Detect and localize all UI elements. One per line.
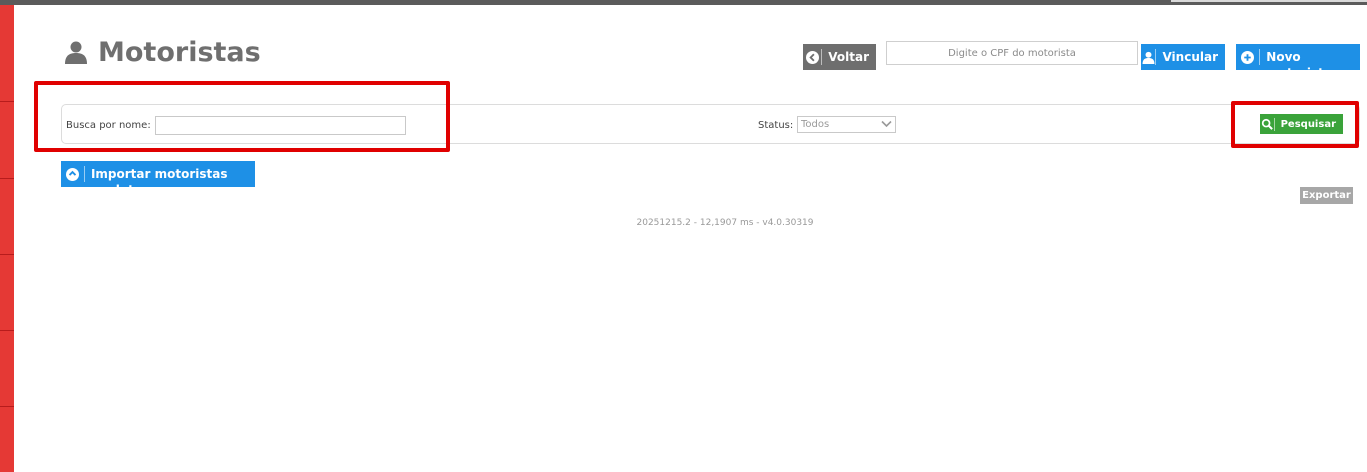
new-driver-button[interactable]: Novo motorista (1236, 44, 1360, 80)
back-arrow-icon (803, 44, 821, 70)
export-button[interactable]: Exportar (1300, 187, 1353, 204)
sidebar-separator (0, 101, 14, 102)
highlight-name-search (34, 81, 450, 152)
version-info: 20251215.2 - 12,1907 ms - v4.0.30319 (636, 218, 814, 228)
sidebar[interactable] (0, 5, 14, 472)
user-icon (1141, 44, 1155, 70)
back-button-label: Voltar (821, 49, 876, 65)
user-icon (65, 41, 87, 64)
highlight-search-button (1231, 101, 1359, 148)
import-drivers-button[interactable]: Importar motoristas em lote (61, 161, 255, 197)
status-label: Status: (758, 120, 794, 131)
top-bar-notch (1171, 0, 1367, 2)
sidebar-separator (0, 406, 14, 407)
sidebar-separator (0, 330, 14, 331)
export-button-label: Exportar (1302, 190, 1351, 201)
sidebar-separator (0, 254, 14, 255)
back-button[interactable]: Voltar (803, 44, 876, 70)
link-driver-button[interactable]: Vincular (1141, 44, 1225, 70)
page-title: Motoristas (64, 35, 261, 69)
link-driver-label: Vincular (1155, 49, 1225, 65)
chevron-down-icon (881, 120, 892, 128)
import-drivers-label: Importar motoristas em lote (83, 166, 255, 197)
sidebar-separator (0, 178, 14, 179)
upload-circle-icon (61, 161, 84, 187)
page-title-text: Motoristas (98, 36, 261, 68)
plus-circle-icon (1236, 44, 1259, 70)
status-select[interactable]: Todos (797, 116, 896, 133)
top-bar (0, 0, 1367, 5)
status-selected-value: Todos (801, 119, 830, 130)
new-driver-label: Novo motorista (1259, 49, 1360, 80)
cpf-search-input[interactable] (886, 41, 1138, 65)
